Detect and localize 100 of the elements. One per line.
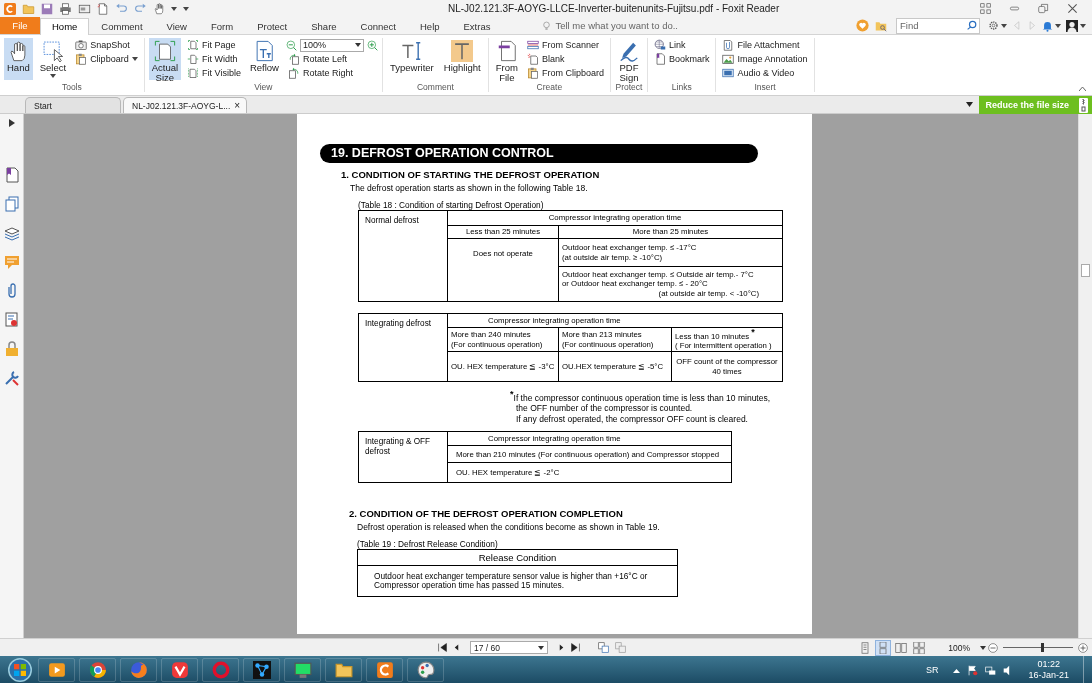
ribbon-button[interactable]: From Clipboard <box>524 66 606 80</box>
grid-icon[interactable] <box>980 3 991 14</box>
zoom-in-icon[interactable] <box>1078 642 1088 653</box>
hand-icon[interactable] <box>153 2 165 15</box>
computer-icon[interactable] <box>293 661 312 679</box>
bell-icon[interactable] <box>1042 19 1053 32</box>
first-page-icon[interactable] <box>438 643 447 652</box>
clipboard-icon <box>526 67 539 79</box>
menu-tab[interactable]: Extras <box>451 18 503 35</box>
ribbon-button[interactable]: Hand <box>4 38 33 80</box>
ring-icon[interactable] <box>88 661 107 679</box>
caret-icon[interactable] <box>49 74 56 78</box>
table-cell: Release Condition <box>357 549 678 566</box>
clock-date[interactable]: 16-Jan-21 <box>1028 670 1069 681</box>
start-button[interactable] <box>8 658 32 682</box>
page-number-field[interactable]: 17 / 60 <box>470 641 548 654</box>
layers-icon[interactable] <box>3 225 20 241</box>
menu-tab[interactable]: Form <box>198 18 246 35</box>
ribbon-button[interactable]: File Attachment <box>720 38 810 52</box>
app-logo-icon[interactable] <box>375 661 394 679</box>
caret-icon[interactable] <box>966 102 974 107</box>
collapse-icon[interactable] <box>1079 86 1086 91</box>
next-page-icon[interactable] <box>558 643 565 652</box>
ribbon-button[interactable]: Highlight <box>440 38 484 80</box>
caret-icon[interactable] <box>354 43 361 47</box>
save-icon[interactable] <box>41 2 53 15</box>
restore-icon[interactable] <box>1038 3 1049 14</box>
caret-icon[interactable] <box>1001 23 1007 28</box>
last-page-icon[interactable] <box>571 643 580 652</box>
clock-time[interactable]: 01:22 <box>1037 659 1060 670</box>
caret-icon[interactable] <box>1080 23 1086 28</box>
ribbon-button[interactable]: Rotate Left <box>285 52 378 66</box>
zoom-in-icon[interactable] <box>366 39 378 51</box>
ribbon-button[interactable]: Fit Page <box>185 38 243 52</box>
language-indicator[interactable]: SR <box>925 665 939 675</box>
folder-search-icon[interactable] <box>874 19 888 32</box>
window-icon[interactable] <box>78 2 91 15</box>
tell-me-field[interactable]: Tell me what you want to do.. <box>555 20 686 31</box>
ribbon-button[interactable]: Audio & Video <box>720 66 810 80</box>
menu-tab[interactable]: Home <box>40 18 90 35</box>
ribbon-button[interactable]: Fit Visible <box>185 66 243 80</box>
rotate-right-icon <box>287 67 300 79</box>
new-document-icon[interactable] <box>97 2 109 15</box>
gear-icon[interactable] <box>988 20 999 31</box>
zoom-level[interactable]: 100% <box>948 642 970 653</box>
show-hidden-icon[interactable] <box>953 667 961 673</box>
document-tab[interactable]: NL-J02.121.3F-AOYG-L... × <box>123 97 247 113</box>
ribbon-button[interactable]: SnapShot <box>73 38 140 52</box>
print-icon[interactable] <box>59 2 72 15</box>
bookmark-icon[interactable] <box>3 167 20 183</box>
scroll-thumb[interactable] <box>1081 264 1090 277</box>
network-icon[interactable] <box>985 664 997 676</box>
menu-tab[interactable]: Comment <box>89 18 155 35</box>
ribbon-button[interactable]: Typewriter <box>386 38 437 80</box>
ribbon-button[interactable]: Clipboard <box>73 52 140 66</box>
menu-tab[interactable]: Share <box>299 18 349 35</box>
ribbon-button[interactable]: Actual Size <box>148 38 182 80</box>
media-player-icon[interactable] <box>47 661 66 679</box>
caret-icon[interactable] <box>538 645 544 650</box>
paperclip-icon <box>722 39 735 51</box>
ribbon-button[interactable]: From Scanner <box>524 38 606 52</box>
folder-icon[interactable] <box>334 661 353 679</box>
find-field[interactable]: Find <box>896 17 980 34</box>
ribbon-button[interactable]: Fit Width <box>185 52 243 66</box>
lock-icon[interactable] <box>3 341 20 357</box>
search-icon[interactable] <box>967 19 977 30</box>
menu-tab[interactable]: Connect <box>348 18 408 35</box>
ribbon-button[interactable]: Blank <box>524 52 606 66</box>
wrench-icon[interactable] <box>3 370 20 386</box>
ribbon-button[interactable]: Bookmark <box>651 52 712 66</box>
ribbon-button[interactable]: Reflow <box>246 38 282 80</box>
ribbon-button[interactable]: Rotate Right <box>285 66 378 80</box>
menu-tab[interactable]: View <box>154 18 199 35</box>
v-shape-icon[interactable] <box>170 661 189 679</box>
ribbon-button[interactable]: Select <box>36 38 70 80</box>
close-button[interactable]: × <box>234 100 241 111</box>
menu-tab[interactable]: Help <box>408 18 452 35</box>
globe-icon[interactable] <box>129 661 148 679</box>
pages-icon[interactable] <box>3 196 20 212</box>
network-graph-icon[interactable] <box>252 661 271 679</box>
ribbon-button[interactable]: Link <box>651 38 712 52</box>
facing-pages-icon[interactable] <box>894 640 909 655</box>
ribbon-button[interactable]: Image Annotation <box>720 52 810 66</box>
document-tab[interactable]: Start <box>25 97 121 113</box>
avatar-icon[interactable] <box>1066 19 1078 32</box>
palette-icon[interactable] <box>416 661 435 679</box>
ribbon-button[interactable]: From File <box>492 38 521 80</box>
caret-icon[interactable] <box>131 57 138 61</box>
pages-icon[interactable] <box>598 642 609 653</box>
caret-icon[interactable] <box>980 645 986 650</box>
zoom-combo[interactable]: 100% <box>299 38 364 52</box>
close-icon[interactable] <box>1067 3 1078 14</box>
previous-page-icon[interactable] <box>453 643 460 652</box>
caret-icon[interactable] <box>1055 23 1061 28</box>
expand-arrow-icon[interactable] <box>8 119 15 127</box>
slider-thumb[interactable] <box>1040 643 1044 652</box>
menu-tab[interactable]: Protect <box>245 18 300 35</box>
section-heading: 19. DEFROST OPERATION CONTROL <box>320 144 758 163</box>
certificate-icon[interactable] <box>3 312 20 328</box>
flag-icon[interactable] <box>967 664 979 676</box>
